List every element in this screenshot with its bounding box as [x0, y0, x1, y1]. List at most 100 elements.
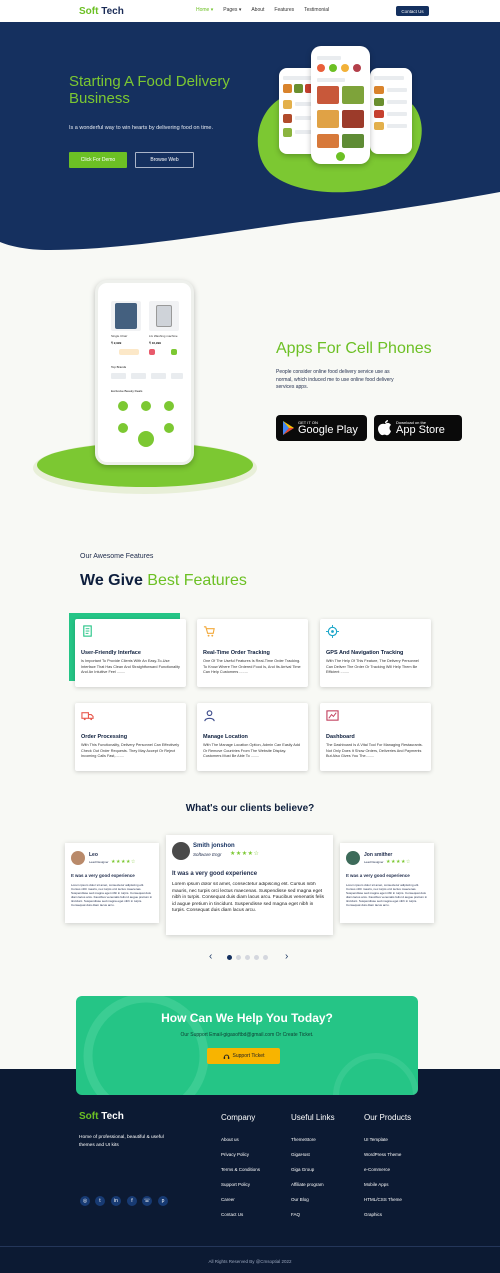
feature-title: Order Processing — [81, 734, 128, 740]
carousel-prev-icon[interactable]: ‹ — [209, 951, 212, 962]
footer-link[interactable]: e-Commerce — [364, 1162, 411, 1177]
carousel-dot[interactable] — [254, 955, 259, 960]
carousel-next-icon[interactable]: › — [285, 951, 288, 962]
footer-heading: Useful Links — [291, 1113, 335, 1122]
footer-link[interactable]: Terms & Conditions — [221, 1162, 260, 1177]
user-location-icon — [204, 710, 215, 722]
nav-home[interactable]: Home ▾ — [196, 7, 213, 13]
feature-title: Manage Location — [203, 734, 248, 740]
carousel-dot[interactable] — [263, 955, 268, 960]
testimonial-name: Smith jonshon — [193, 843, 235, 849]
footer-link[interactable]: Giga Group — [291, 1162, 335, 1177]
footer-link[interactable]: ThemeStore — [291, 1132, 335, 1147]
product-2-name: LG Washing machine — [149, 334, 178, 338]
hero-phone-right — [370, 68, 412, 154]
document-icon — [83, 625, 92, 637]
help-banner: How Can We Help You Today? Our Support E… — [76, 996, 418, 1095]
nav-menu: Home ▾ Pages ▾ About Features Testimonia… — [196, 7, 329, 13]
help-title: How Can We Help You Today? — [161, 1011, 333, 1025]
dashboard-icon — [326, 710, 339, 721]
rating-stars: ★★★★☆ — [111, 859, 136, 865]
testimonial-heading: It was a very good experience — [71, 873, 135, 878]
footer-about: Home of professional, beautiful & useful… — [79, 1135, 164, 1148]
testimonial-card-center: Smith jonshon Software Engr ★★★★☆ It was… — [166, 835, 333, 935]
google-play-button[interactable]: GET IT ON Google Play — [276, 415, 367, 441]
testimonial-text: Lorem ipsum dolor sit amet, consectetur … — [172, 882, 324, 913]
top-brands-label: Top Brands — [111, 365, 127, 369]
footer-link[interactable]: Graphics — [364, 1207, 411, 1222]
carousel-dot-active[interactable] — [227, 955, 232, 960]
features-title: We Give Best Features — [80, 572, 247, 589]
avatar — [172, 842, 190, 860]
headset-icon — [223, 1054, 229, 1059]
testimonial-role: Software Engr — [193, 852, 222, 857]
click-for-demo-button[interactable]: Click For Demo — [69, 152, 127, 168]
footer-logo[interactable]: Soft Tech — [79, 1111, 124, 1122]
hero-title: Starting A Food Delivery Business — [69, 73, 230, 107]
carousel-dot[interactable] — [236, 955, 241, 960]
footer-link[interactable]: UI Template — [364, 1132, 411, 1147]
footer-link[interactable]: WordPress Theme — [364, 1147, 411, 1162]
landing-page: Soft Tech Home ▾ Pages ▾ About Features … — [0, 0, 500, 1273]
feature-title: GPS And Navigation Tracking — [326, 650, 404, 656]
footer-link[interactable]: GigaHost — [291, 1147, 335, 1162]
testimonial-name: Leo — [89, 852, 98, 858]
footer-link[interactable]: Affiliate program — [291, 1177, 335, 1192]
app-phone-mockup: Single Chair LG Washing machine ₹ 2,999 … — [95, 280, 194, 465]
cart-icon — [203, 626, 215, 637]
testimonial-card-left: Leo Lead Designer ★★★★☆ It was a very go… — [65, 843, 159, 923]
avatar — [71, 851, 85, 865]
browse-web-button[interactable]: Browse Web — [135, 152, 194, 168]
feature-title: Real-Time Order Tracking — [203, 650, 270, 656]
footer-link[interactable]: Contact Us — [221, 1207, 260, 1222]
truck-icon — [81, 712, 94, 721]
testimonial-text: Lorem ipsum dolor sit amet, consectetur … — [346, 883, 428, 907]
nav-pages[interactable]: Pages ▾ — [223, 7, 241, 13]
support-ticket-button[interactable]: Support Ticket — [207, 1048, 280, 1064]
twitter-icon[interactable]: t — [95, 1196, 105, 1206]
testimonial-heading: It was a very good experience — [346, 873, 410, 878]
hero-subtitle: Is a wonderful way to win hearts by deli… — [69, 125, 213, 131]
nav-about[interactable]: About — [251, 7, 264, 13]
instagram-icon[interactable]: ◎ — [80, 1196, 90, 1206]
footer-link[interactable]: FAQ — [291, 1207, 335, 1222]
feature-text: With The Help Of This Feature, The Deliv… — [326, 659, 419, 674]
feature-text: With This Functionality, Delivery Person… — [81, 743, 180, 758]
facebook-icon[interactable]: f — [127, 1196, 137, 1206]
testimonial-name: Jon smither — [364, 852, 393, 858]
feature-card-order-tracking: Real-Time Order Tracking One Of The Usef… — [197, 619, 308, 687]
footer-company-column: Company About us Privacy Policy Terms & … — [221, 1113, 260, 1222]
top-nav: Soft Tech Home ▾ Pages ▾ About Features … — [0, 0, 500, 22]
feature-card-gps: GPS And Navigation Tracking With The Hel… — [320, 619, 431, 687]
footer-link[interactable]: Mobile Apps — [364, 1177, 411, 1192]
testimonial-card-right: Jon smither Lead Designer ★★★★☆ It was a… — [340, 843, 434, 923]
exclusive-deals-label: Exclusive Beauty Deals — [111, 389, 143, 393]
nav-testimonial[interactable]: Testimonial — [304, 7, 329, 13]
hero-phone-center — [311, 46, 370, 164]
copyright: All Rights Reserved By @Cmsoptial 2022 — [208, 1259, 292, 1264]
pinterest-icon[interactable]: p — [158, 1196, 168, 1206]
linkedin-icon[interactable]: in — [111, 1196, 121, 1206]
footer-link[interactable]: Career — [221, 1192, 260, 1207]
footer-link[interactable]: About us — [221, 1132, 260, 1147]
carousel-dot[interactable] — [245, 955, 250, 960]
gps-target-icon — [326, 625, 339, 638]
feature-card-dashboard: Dashboard The Dashboard Is A Vital Tool … — [320, 703, 431, 771]
footer-link[interactable]: Support Policy — [221, 1177, 260, 1192]
footer-products-column: Our Products UI Template WordPress Theme… — [364, 1113, 411, 1222]
app-store-button[interactable]: Download on the App Store — [374, 415, 462, 441]
feature-text: One Of The Useful Features Is Real-Time … — [203, 659, 301, 674]
footer-link[interactable]: Our Blog — [291, 1192, 335, 1207]
footer-link[interactable]: Privacy Policy — [221, 1147, 260, 1162]
testimonials-title: What's our clients believe? — [185, 803, 315, 814]
whatsapp-icon[interactable]: ☏ — [142, 1196, 152, 1206]
nav-features[interactable]: Features — [274, 7, 294, 13]
contact-us-button[interactable]: Contact Us — [396, 6, 429, 16]
testimonial-role: Lead Designer — [364, 860, 384, 864]
footer-link[interactable]: HTML/CSS Theme — [364, 1192, 411, 1207]
feature-title: Dashboard — [326, 734, 355, 740]
feature-card-order-processing: Order Processing With This Functionality… — [75, 703, 186, 771]
carousel-dots — [227, 955, 268, 960]
logo[interactable]: Soft Tech — [79, 6, 124, 17]
feature-card-user-friendly: User-Friendly Interface Is Important To … — [75, 619, 186, 687]
